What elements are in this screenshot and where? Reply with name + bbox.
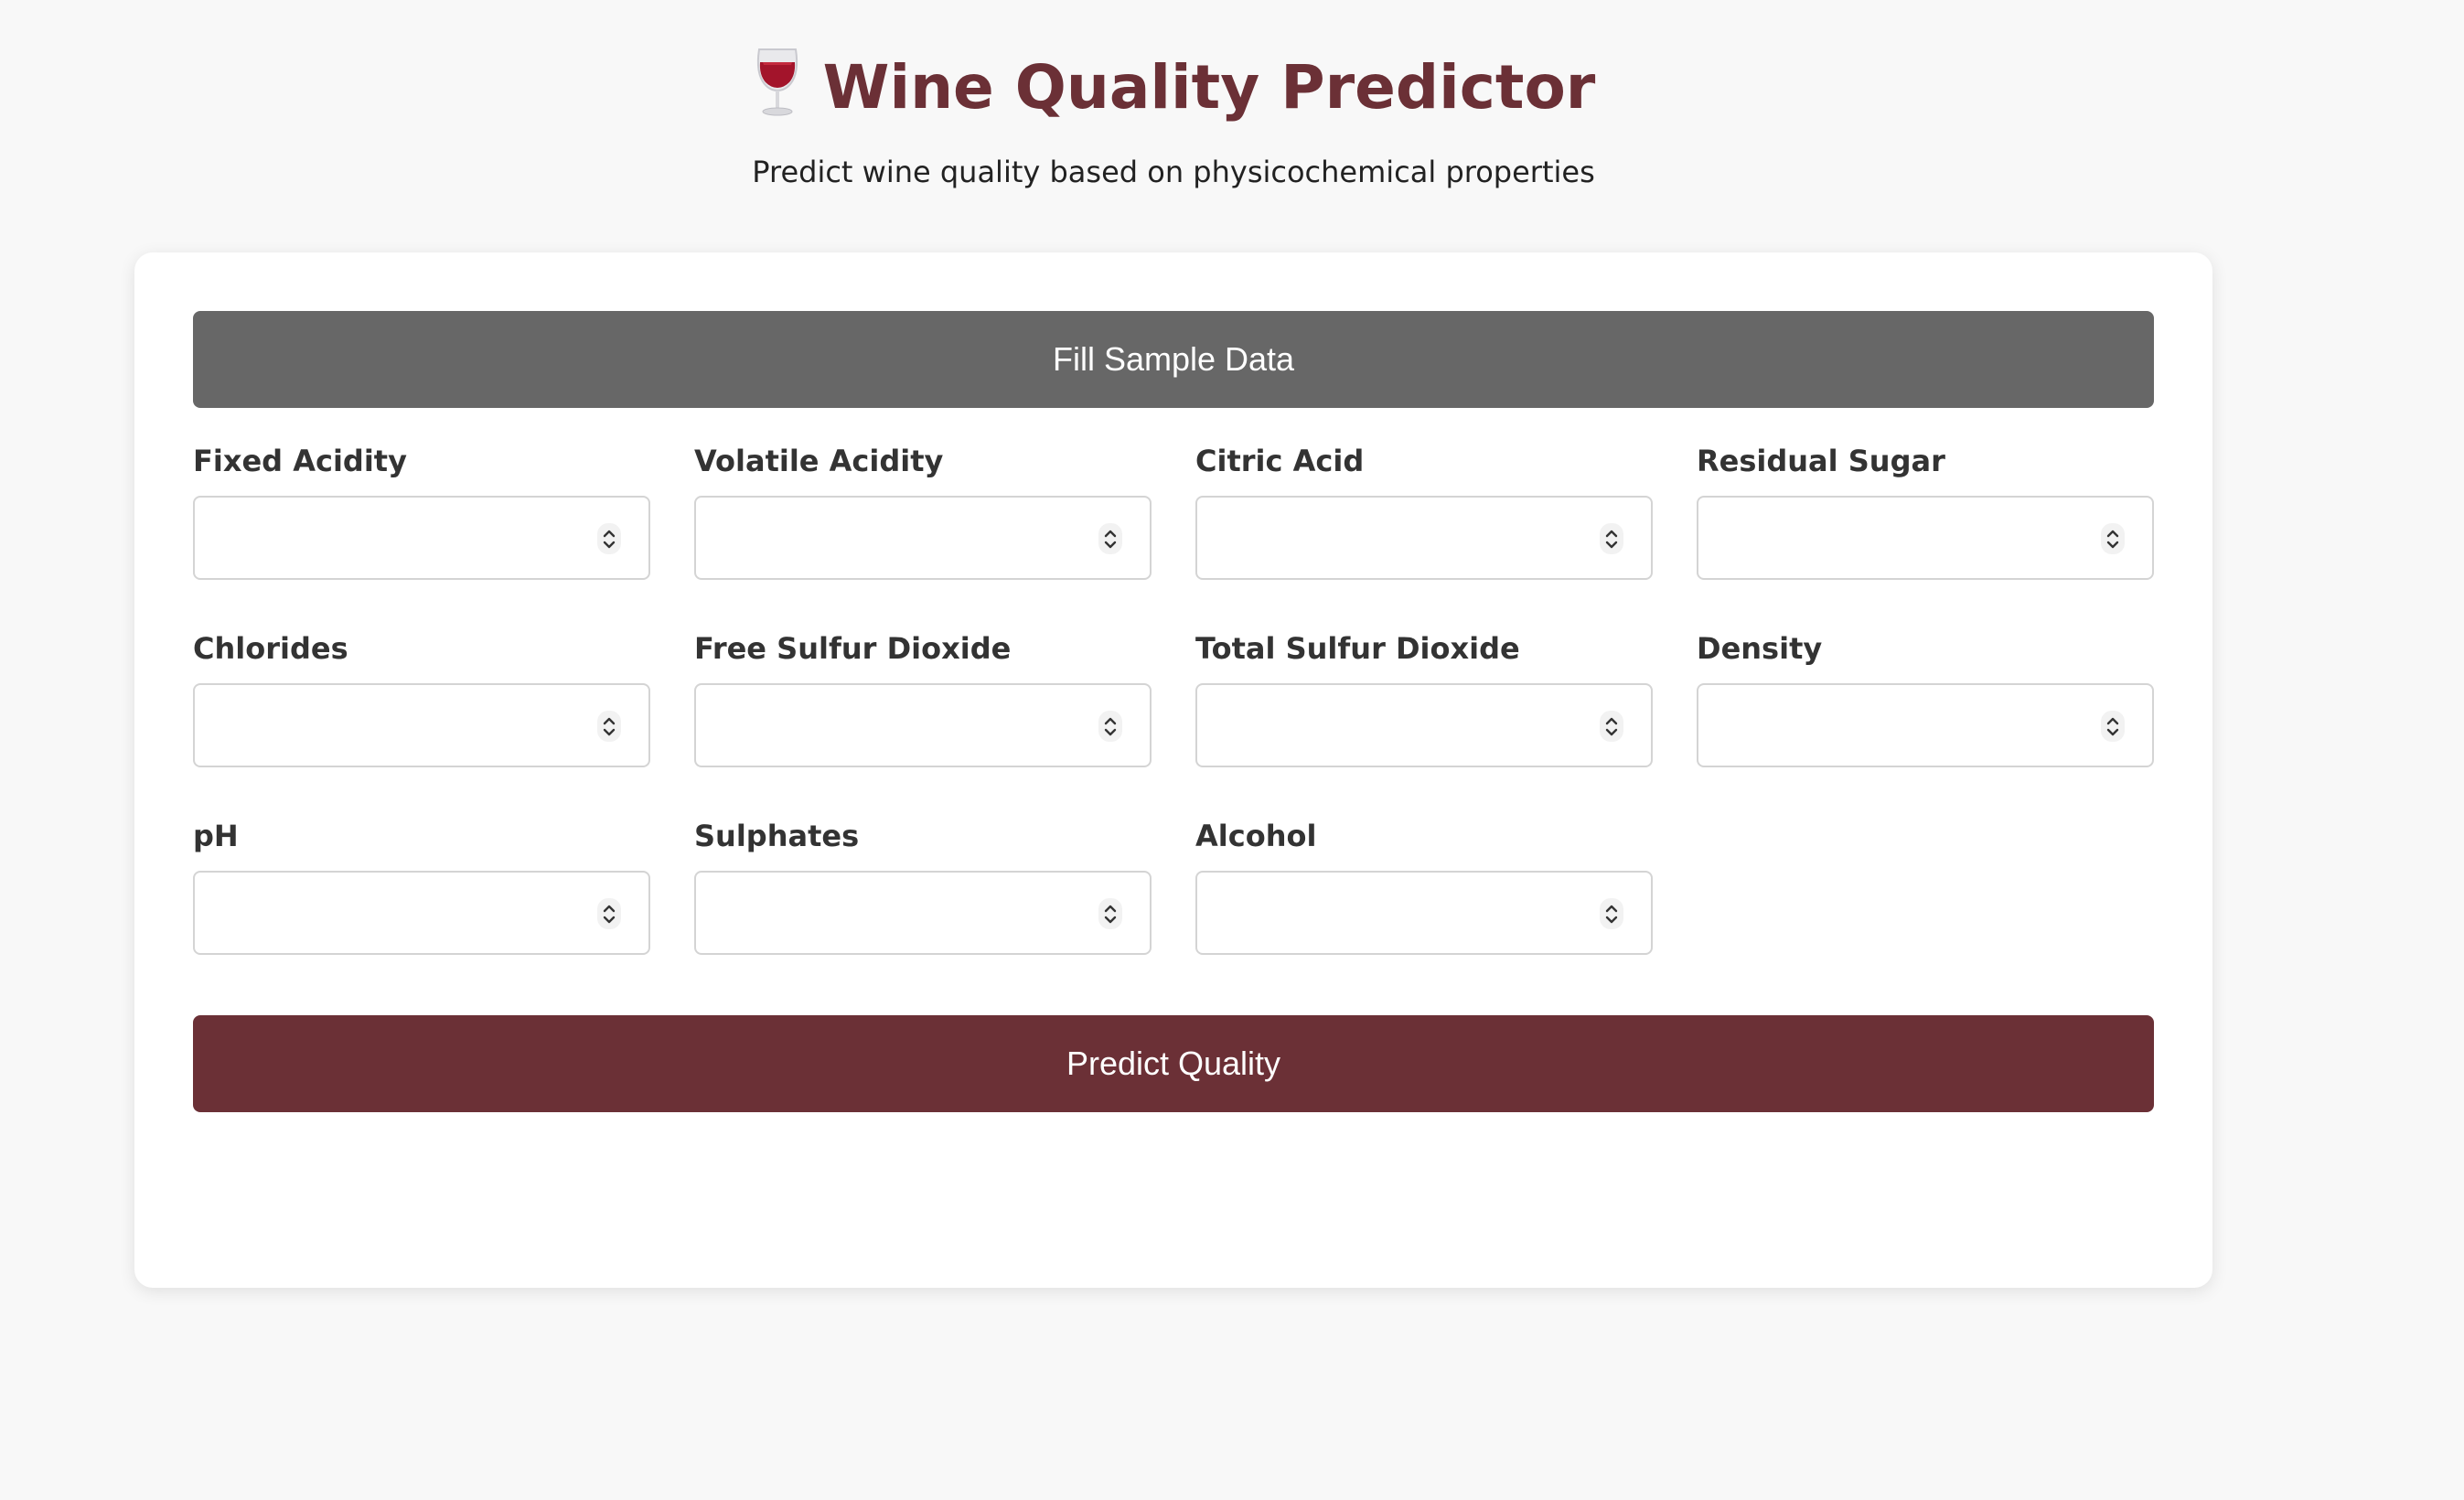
- chlorides-input[interactable]: [195, 685, 588, 766]
- fixed-acidity-input-box: [193, 496, 650, 580]
- number-stepper-icon[interactable]: [1600, 898, 1623, 929]
- field-label: Free Sulfur Dioxide: [694, 631, 1012, 666]
- field-label: Chlorides: [193, 631, 348, 666]
- fill-sample-data-button[interactable]: Fill Sample Data: [193, 311, 2154, 408]
- ph-input[interactable]: [195, 873, 588, 953]
- alcohol-input-box: [1195, 871, 1653, 955]
- field-label: Citric Acid: [1195, 444, 1365, 478]
- number-stepper-icon[interactable]: [597, 711, 621, 742]
- page-title: Wine Quality Predictor: [0, 46, 2347, 129]
- field-label: Alcohol: [1195, 819, 1317, 853]
- field-fixed-acidity: Fixed Acidity: [193, 443, 650, 580]
- sulphates-input-box: [694, 871, 1152, 955]
- field-label: Sulphates: [694, 819, 860, 853]
- total-sulfur-dioxide-input[interactable]: [1197, 685, 1591, 766]
- prediction-form-card: Fill Sample Data Fixed Acidity Volatile …: [134, 252, 2212, 1288]
- density-input-box: [1697, 683, 2154, 767]
- field-label: Total Sulfur Dioxide: [1195, 631, 1520, 666]
- fixed-acidity-input[interactable]: [195, 498, 588, 578]
- total-sulfur-dioxide-input-box: [1195, 683, 1653, 767]
- field-volatile-acidity: Volatile Acidity: [694, 443, 1152, 580]
- page-title-text: Wine Quality Predictor: [822, 52, 1596, 123]
- number-stepper-icon[interactable]: [597, 523, 621, 554]
- field-label: Residual Sugar: [1697, 444, 1945, 478]
- page-subtitle: Predict wine quality based on physicoche…: [752, 155, 1595, 189]
- number-stepper-icon[interactable]: [1600, 711, 1623, 742]
- predict-quality-button[interactable]: Predict Quality: [193, 1015, 2154, 1112]
- field-free-sulfur-dioxide: Free Sulfur Dioxide: [694, 630, 1152, 767]
- field-label: Density: [1697, 631, 1823, 666]
- number-stepper-icon[interactable]: [1098, 523, 1122, 554]
- field-sulphates: Sulphates: [694, 818, 1152, 955]
- volatile-acidity-input[interactable]: [696, 498, 1089, 578]
- wine-glass-icon: [752, 46, 803, 119]
- density-input[interactable]: [1698, 685, 2092, 766]
- field-residual-sugar: Residual Sugar: [1697, 443, 2154, 580]
- field-label: Fixed Acidity: [193, 444, 407, 478]
- alcohol-input[interactable]: [1197, 873, 1591, 953]
- citric-acid-input-box: [1195, 496, 1653, 580]
- citric-acid-input[interactable]: [1197, 498, 1591, 578]
- residual-sugar-input[interactable]: [1698, 498, 2092, 578]
- number-stepper-icon[interactable]: [1098, 711, 1122, 742]
- ph-input-box: [193, 871, 650, 955]
- free-sulfur-dioxide-input[interactable]: [696, 685, 1089, 766]
- number-stepper-icon[interactable]: [1600, 523, 1623, 554]
- field-citric-acid: Citric Acid: [1195, 443, 1653, 580]
- field-label: Volatile Acidity: [694, 444, 944, 478]
- free-sulfur-dioxide-input-box: [694, 683, 1152, 767]
- field-total-sulfur-dioxide: Total Sulfur Dioxide: [1195, 630, 1653, 767]
- chlorides-input-box: [193, 683, 650, 767]
- volatile-acidity-input-box: [694, 496, 1152, 580]
- number-stepper-icon[interactable]: [597, 898, 621, 929]
- sulphates-input[interactable]: [696, 873, 1089, 953]
- number-stepper-icon[interactable]: [1098, 898, 1122, 929]
- field-chlorides: Chlorides: [193, 630, 650, 767]
- field-label: pH: [193, 819, 239, 853]
- residual-sugar-input-box: [1697, 496, 2154, 580]
- field-density: Density: [1697, 630, 2154, 767]
- number-stepper-icon[interactable]: [2101, 711, 2125, 742]
- field-alcohol: Alcohol: [1195, 818, 1653, 955]
- number-stepper-icon[interactable]: [2101, 523, 2125, 554]
- field-ph: pH: [193, 818, 650, 955]
